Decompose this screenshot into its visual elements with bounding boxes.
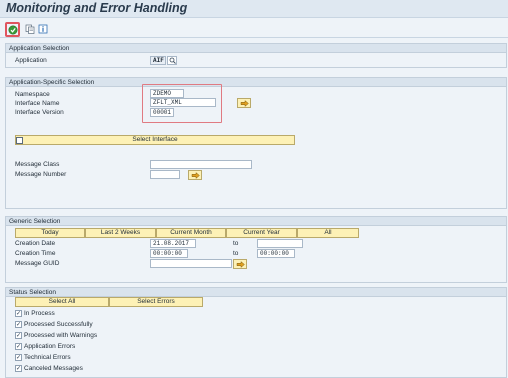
arrow-right-icon	[236, 260, 245, 268]
page-title: Monitoring and Error Handling	[6, 1, 188, 15]
select-interface-label: Select Interface	[132, 136, 178, 143]
info-icon	[38, 24, 47, 33]
execute-button[interactable]	[5, 22, 20, 37]
arrow-right-icon	[240, 99, 249, 107]
title-bar: Monitoring and Error Handling	[0, 0, 508, 18]
select-all-button[interactable]: Select All	[15, 297, 109, 307]
application-label: Application	[15, 57, 47, 64]
status-application-errors[interactable]: ✓ Application Errors	[15, 342, 75, 351]
status-label: Processed Successfully	[24, 321, 93, 328]
select-all-button-label: Select All	[48, 298, 76, 305]
last-2-weeks-button[interactable]: Last 2 Weeks	[85, 228, 156, 238]
checkbox[interactable]: ✓	[15, 365, 22, 372]
checkbox[interactable]: ✓	[15, 343, 22, 350]
interface-multiple-selection-button[interactable]	[237, 98, 251, 108]
status-label: In Process	[24, 310, 55, 317]
status-checkbox-list: ✓ In Process ✓ Processed Successfully ✓ …	[15, 309, 215, 377]
interface-name-field[interactable]: ZFLT_XML	[150, 98, 216, 107]
search-icon	[169, 57, 176, 64]
message-number-field[interactable]	[150, 170, 180, 179]
message-number-label: Message Number	[15, 171, 67, 178]
current-month-button[interactable]: Current Month	[156, 228, 226, 238]
application-selection-group: Application Selection Application AIF	[5, 43, 507, 68]
current-year-button[interactable]: Current Year	[226, 228, 297, 238]
application-search-button[interactable]	[167, 56, 177, 65]
message-guid-label: Message GUID	[15, 260, 60, 267]
arrow-right-icon	[191, 171, 200, 179]
status-label: Technical Errors	[24, 354, 71, 361]
creation-time-to-label: to	[233, 250, 239, 257]
select-errors-button[interactable]: Select Errors	[109, 297, 203, 307]
status-technical-errors[interactable]: ✓ Technical Errors	[15, 353, 71, 362]
generic-selection-group: Generic Selection Today Last 2 Weeks Cur…	[5, 216, 507, 283]
current-month-button-label: Current Month	[170, 229, 212, 236]
get-variant-button[interactable]	[23, 22, 36, 35]
execute-icon	[8, 25, 17, 34]
current-year-button-label: Current Year	[243, 229, 280, 236]
status-processed-successfully[interactable]: ✓ Processed Successfully	[15, 320, 93, 329]
checkbox[interactable]: ✓	[15, 354, 22, 361]
message-class-field[interactable]	[150, 160, 252, 169]
status-canceled-messages[interactable]: ✓ Canceled Messages	[15, 364, 83, 373]
interface-name-label: Interface Name	[15, 100, 60, 107]
checkbox[interactable]: ✓	[15, 332, 22, 339]
creation-date-to-label: to	[233, 240, 239, 247]
message-guid-field[interactable]	[150, 259, 232, 268]
interface-version-field[interactable]: 00001	[150, 108, 174, 117]
message-guid-multiple-selection-button[interactable]	[233, 259, 247, 269]
application-specific-selection-group: Application-Specific Selection Namespace…	[5, 77, 507, 209]
creation-time-from-field[interactable]: 00:00:00	[150, 249, 188, 258]
application-selection-header: Application Selection	[6, 44, 506, 53]
checkbox[interactable]: ✓	[15, 310, 22, 317]
creation-date-label: Creation Date	[15, 240, 56, 247]
message-class-label: Message Class	[15, 161, 60, 168]
creation-date-from-field[interactable]: 21.08.2017	[150, 239, 196, 248]
application-specific-header: Application-Specific Selection	[6, 78, 506, 87]
application-field[interactable]: AIF	[150, 56, 166, 65]
status-label: Application Errors	[24, 343, 76, 350]
creation-date-to-field[interactable]	[257, 239, 303, 248]
select-errors-button-label: Select Errors	[137, 298, 175, 305]
all-button[interactable]: All	[297, 228, 359, 238]
select-interface-button[interactable]: Select Interface	[15, 135, 295, 145]
today-button[interactable]: Today	[15, 228, 85, 238]
toolbar	[0, 19, 508, 38]
all-button-label: All	[324, 229, 332, 236]
message-number-multiple-selection-button[interactable]	[188, 170, 202, 180]
status-selection-header: Status Selection	[6, 288, 506, 297]
status-in-process[interactable]: ✓ In Process	[15, 309, 55, 318]
status-label: Processed with Warnings	[24, 332, 98, 339]
status-label: Canceled Messages	[24, 365, 83, 372]
select-interface-icon	[16, 137, 23, 144]
creation-time-to-field[interactable]: 00:00:00	[257, 249, 295, 258]
creation-time-label: Creation Time	[15, 250, 56, 257]
namespace-label: Namespace	[15, 91, 50, 98]
namespace-field[interactable]: ZDEMO	[150, 89, 184, 98]
interface-version-label: Interface Version	[15, 109, 64, 116]
last-2-weeks-button-label: Last 2 Weeks	[100, 229, 141, 236]
get-variant-icon	[25, 24, 34, 34]
info-button[interactable]	[36, 22, 49, 35]
today-button-label: Today	[41, 229, 59, 236]
generic-selection-header: Generic Selection	[6, 217, 506, 226]
status-selection-group: Status Selection Select All Select Error…	[5, 287, 507, 378]
checkbox[interactable]: ✓	[15, 321, 22, 328]
status-processed-with-warnings[interactable]: ✓ Processed with Warnings	[15, 331, 97, 340]
